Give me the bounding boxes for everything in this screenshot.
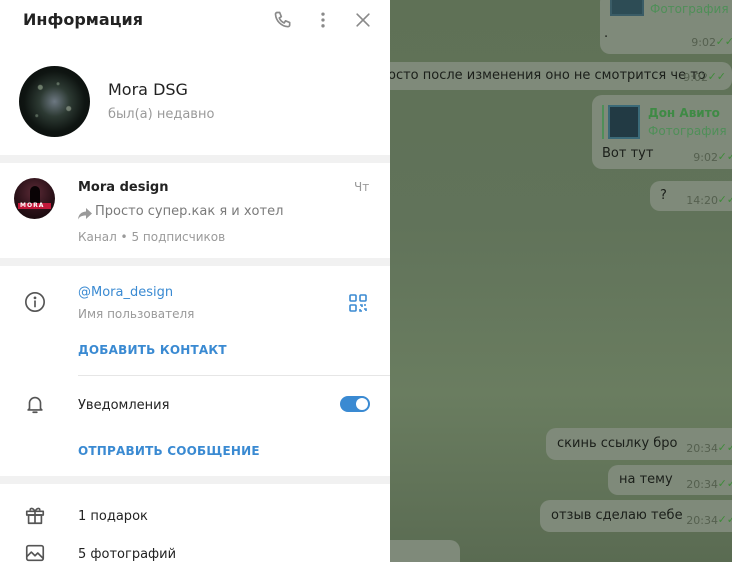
username-label: Имя пользователя — [78, 307, 195, 321]
message-bubble[interactable]: на тему 20:34 ✓✓ — [608, 465, 732, 495]
message-time: 9:02 — [683, 71, 708, 84]
info-icon — [24, 291, 46, 313]
add-contact-button[interactable]: ДОБАВИТЬ КОНТАКТ — [78, 343, 227, 357]
message-text: Вот тут — [602, 146, 654, 161]
more-vert-icon[interactable] — [313, 10, 333, 30]
notifications-toggle[interactable] — [340, 396, 370, 412]
read-ticks-icon: ✓✓ — [717, 193, 732, 206]
channel-avatar: MORA — [14, 178, 55, 219]
notifications-label: Уведомления — [78, 398, 170, 413]
phone-icon[interactable] — [273, 10, 293, 30]
read-ticks-icon: ✓✓ — [717, 513, 732, 526]
qr-code-icon[interactable] — [349, 294, 367, 312]
message-bubble[interactable]: скинь ссылку бро 20:34 ✓✓ — [546, 428, 732, 460]
channel-title: Mora design — [78, 180, 169, 195]
message-time: 14:20 — [686, 194, 718, 207]
bell-icon — [24, 393, 46, 415]
message-bubble[interactable]: Фотография . 9:02 ✓✓ — [600, 0, 732, 54]
channel-last-message: Просто супер.как я и хотел — [95, 204, 284, 219]
message-time: 20:34 — [686, 514, 718, 527]
message-time: 9:02 — [693, 151, 718, 164]
channel-avatar-text: MORA — [20, 202, 45, 209]
message-text: скинь ссылку бро — [557, 436, 678, 451]
message-bubble[interactable] — [390, 540, 460, 562]
message-text: на тему — [619, 472, 673, 487]
channel-meta: Канал • 5 подписчиков — [78, 230, 226, 244]
channel-last-date: Чт — [354, 180, 370, 194]
section-divider — [78, 375, 390, 376]
forward-arrow-icon — [78, 205, 92, 220]
forward-thumbnail — [608, 105, 640, 139]
message-bubble[interactable]: осто после изменения оно не смотрится че… — [390, 62, 732, 90]
read-ticks-icon: ✓✓ — [715, 35, 732, 48]
forward-bar — [602, 105, 604, 139]
message-time: 9:02 — [691, 36, 716, 49]
info-section: @Mora_design Имя пользователя ДОБАВИТЬ К… — [0, 266, 390, 476]
chat-background: Фотография . 9:02 ✓✓ осто после изменени… — [390, 0, 732, 562]
close-icon[interactable] — [353, 10, 373, 30]
forward-thumbnail — [610, 0, 644, 16]
username-link[interactable]: @Mora_design — [78, 285, 173, 300]
message-text: . — [604, 26, 609, 41]
profile-section: Информация Mora DSG был(а) недавно — [0, 0, 390, 155]
message-bubble[interactable]: Дон Авито Фотография Вот тут 9:02 ✓✓ — [592, 95, 732, 169]
read-ticks-icon: ✓✓ — [717, 150, 732, 163]
photo-icon — [24, 542, 46, 562]
media-section: 1 подарок 5 фотографий — [0, 484, 390, 562]
read-ticks-icon: ✓✓ — [707, 70, 726, 83]
message-bubble[interactable]: ? 14:20 ✓✓ — [650, 181, 732, 211]
read-ticks-icon: ✓✓ — [717, 441, 732, 454]
forward-type-label: Фотография — [648, 124, 727, 138]
photos-item[interactable]: 5 фотографий — [78, 547, 176, 562]
message-time: 20:34 — [686, 478, 718, 491]
gift-icon — [24, 504, 46, 526]
message-time: 20:34 — [686, 442, 718, 455]
forward-sender: Дон Авито — [648, 106, 720, 120]
gifts-item[interactable]: 1 подарок — [78, 509, 148, 524]
message-text: отзыв сделаю тебе — [551, 508, 683, 523]
message-bubble[interactable]: отзыв сделаю тебе 20:34 ✓✓ — [540, 500, 732, 532]
forward-type-label: Фотография — [650, 2, 729, 16]
message-text: осто после изменения оно не смотрится че… — [390, 68, 706, 83]
profile-avatar[interactable] — [19, 66, 90, 137]
send-message-button[interactable]: ОТПРАВИТЬ СООБЩЕНИЕ — [78, 444, 260, 458]
profile-status: был(а) недавно — [108, 107, 215, 122]
profile-name: Mora DSG — [108, 80, 188, 99]
panel-title: Информация — [23, 10, 143, 29]
read-ticks-icon: ✓✓ — [717, 477, 732, 490]
user-info-panel: Информация Mora DSG был(а) недавно MORA … — [0, 0, 390, 562]
personal-channel-section[interactable]: MORA Mora design Чт Просто супер.как я и… — [0, 163, 390, 258]
message-text: ? — [660, 188, 667, 203]
